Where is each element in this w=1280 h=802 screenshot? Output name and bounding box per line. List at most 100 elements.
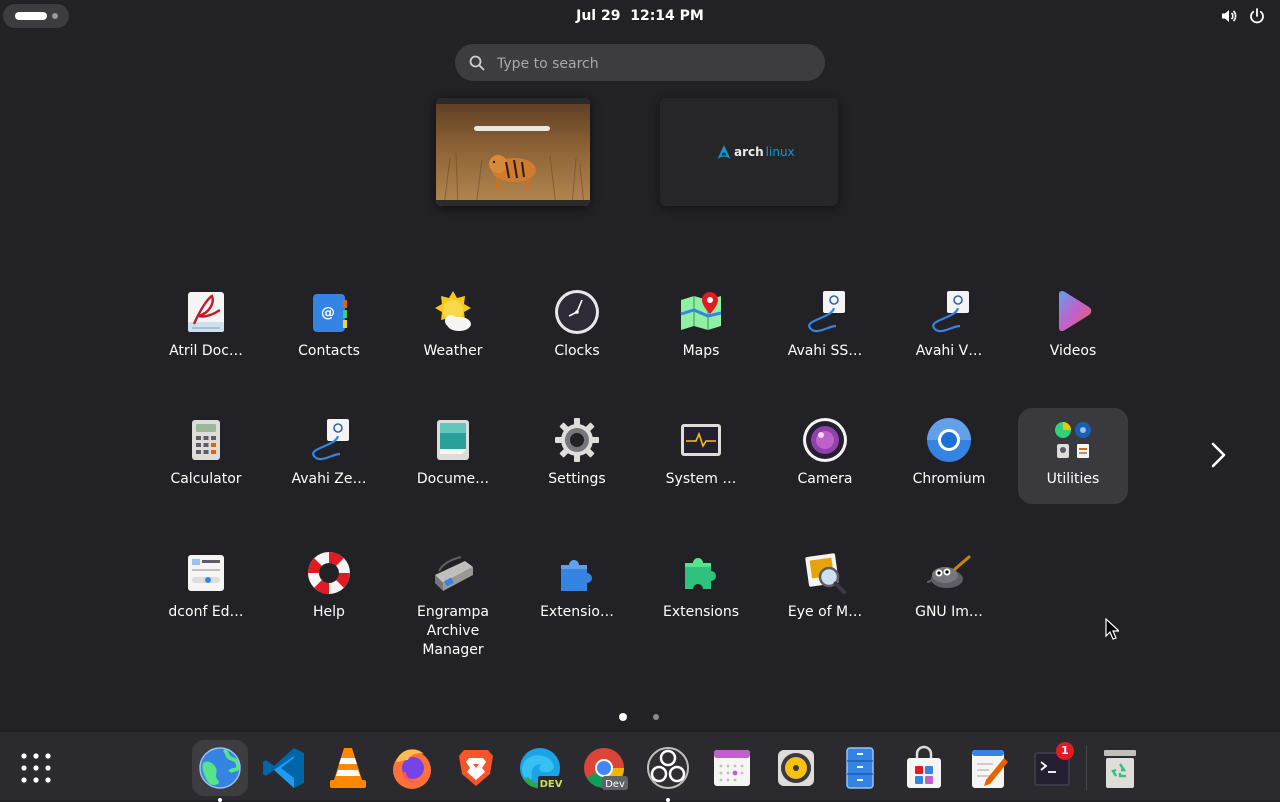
app-label: System … <box>665 471 737 487</box>
dconf-editor-icon <box>188 555 224 591</box>
app-label: Calculator <box>170 471 242 487</box>
next-page-arrow-icon[interactable] <box>1204 440 1232 470</box>
show-apps-button[interactable] <box>8 740 64 796</box>
firefox-icon <box>393 749 431 789</box>
search-input[interactable] <box>495 44 819 83</box>
search-box[interactable] <box>455 44 825 83</box>
software-store-icon <box>907 745 941 788</box>
dock-terminal[interactable]: 1 <box>1024 740 1080 796</box>
app-folder-utilities[interactable]: Utilities <box>1018 408 1128 504</box>
app-videos[interactable]: Videos <box>1018 280 1128 376</box>
chromium-icon <box>927 418 971 462</box>
page-dot-1[interactable] <box>619 713 627 721</box>
gimp-icon <box>926 555 971 588</box>
app-engrampa[interactable]: Engrampa Archive Manager <box>398 541 508 658</box>
workspace-thumbnail-1[interactable] <box>436 98 590 206</box>
app-extensions[interactable]: Extensions <box>646 541 756 637</box>
activities-button[interactable] <box>3 4 69 28</box>
power-icon <box>1250 8 1264 24</box>
dock-firefox[interactable] <box>384 740 440 796</box>
app-label: Extensio… <box>540 604 614 620</box>
dock-web-browser[interactable] <box>192 740 248 802</box>
app-weather[interactable]: Weather <box>398 280 508 376</box>
app-avahi-ssh[interactable]: Avahi SS… <box>770 280 880 376</box>
svg-text:@: @ <box>321 305 335 321</box>
camera-icon <box>803 418 847 462</box>
dock-chrome-dev[interactable]: Dev <box>576 740 632 796</box>
app-calculator[interactable]: Calculator <box>151 408 261 504</box>
trash-icon <box>1104 750 1136 788</box>
chrome-dev-badge: Dev <box>605 779 625 790</box>
app-label: Atril Doc… <box>169 343 243 359</box>
app-contacts[interactable]: @ Contacts <box>274 280 384 376</box>
arch-logo-icon <box>717 145 731 159</box>
avahi-icon <box>932 291 969 333</box>
arch-logo-text: arch <box>734 145 764 159</box>
app-eye-of-mate[interactable]: Eye of M… <box>770 541 880 637</box>
dock-calendar[interactable] <box>704 740 760 796</box>
eye-of-mate-icon <box>805 553 846 594</box>
app-label: Settings <box>548 471 606 487</box>
notification-badge: 1 <box>1056 742 1074 760</box>
browser-titlebar <box>436 98 590 104</box>
avahi-icon <box>312 419 349 461</box>
app-camera[interactable]: Camera <box>770 408 880 504</box>
edge-dev-badge: DEV <box>540 779 563 790</box>
app-label: Avahi V… <box>915 343 983 359</box>
app-clocks[interactable]: Clocks <box>522 280 632 376</box>
app-dconf-editor[interactable]: dconf Ed… <box>151 541 261 637</box>
dock-edge-dev[interactable]: DEV <box>512 740 568 796</box>
clock-button[interactable]: Jul 29 12:14 PM <box>576 8 704 24</box>
app-chromium[interactable]: Chromium <box>894 408 1004 504</box>
dash-separator <box>1086 746 1087 790</box>
calculator-icon <box>192 420 220 460</box>
clock-date: Jul 29 <box>576 8 621 24</box>
contacts-icon: @ <box>313 294 347 332</box>
app-help[interactable]: Help <box>274 541 384 637</box>
app-document-scanner[interactable]: Docume… <box>398 408 508 504</box>
app-label: Engrampa Archive Manager <box>416 604 490 658</box>
app-extension-manager[interactable]: Extensio… <box>522 541 632 637</box>
dock-vscode[interactable] <box>256 740 312 796</box>
app-label: Clocks <box>554 343 600 359</box>
file-cabinet-icon <box>846 747 874 789</box>
dock-text-editor[interactable] <box>960 740 1016 796</box>
vscode-icon <box>263 748 304 788</box>
clock-time: 12:14 PM <box>630 8 704 24</box>
app-avahi-zeroconf[interactable]: Avahi Ze… <box>274 408 384 504</box>
app-label: Camera <box>797 471 853 487</box>
app-label: GNU Im… <box>915 604 983 620</box>
volume-icon <box>1222 10 1237 22</box>
app-label: Avahi SS… <box>787 343 863 359</box>
app-label: Docume… <box>416 471 490 487</box>
page-dot-2[interactable] <box>653 714 659 720</box>
app-atril[interactable]: Atril Doc… <box>151 280 261 376</box>
search-icon <box>469 55 485 71</box>
workspace-thumbnail-2[interactable]: arch linux <box>660 98 838 206</box>
arch-linux-logo: arch linux <box>716 144 795 160</box>
system-monitor-icon <box>681 424 721 456</box>
app-avahi-vnc[interactable]: Avahi V… <box>894 280 1004 376</box>
dock-trash[interactable] <box>1092 740 1148 796</box>
app-gimp[interactable]: GNU Im… <box>894 541 1004 637</box>
show-apps-grid-icon <box>21 753 51 783</box>
system-menu-button[interactable] <box>1220 7 1266 25</box>
rhythmbox-icon <box>778 750 814 786</box>
workspace-dot-icon <box>52 13 58 19</box>
brave-icon <box>459 750 493 786</box>
dock-obs-studio[interactable] <box>640 740 696 802</box>
app-label: Maps <box>682 343 720 359</box>
app-system-monitor[interactable]: System … <box>646 408 756 504</box>
dock-brave[interactable] <box>448 740 504 796</box>
app-settings[interactable]: Settings <box>522 408 632 504</box>
dock-file-cabinet[interactable] <box>832 740 888 796</box>
dock-vlc[interactable] <box>320 740 376 796</box>
app-maps[interactable]: Maps <box>646 280 756 376</box>
running-indicator <box>218 798 222 802</box>
extensions-green-icon <box>685 558 716 589</box>
arch-logo-text-2: linux <box>765 145 795 159</box>
dock-software-store[interactable] <box>896 740 952 796</box>
dock-rhythmbox[interactable] <box>768 740 824 796</box>
tiger-wallpaper-image <box>436 98 590 206</box>
app-label: Contacts <box>298 343 360 359</box>
